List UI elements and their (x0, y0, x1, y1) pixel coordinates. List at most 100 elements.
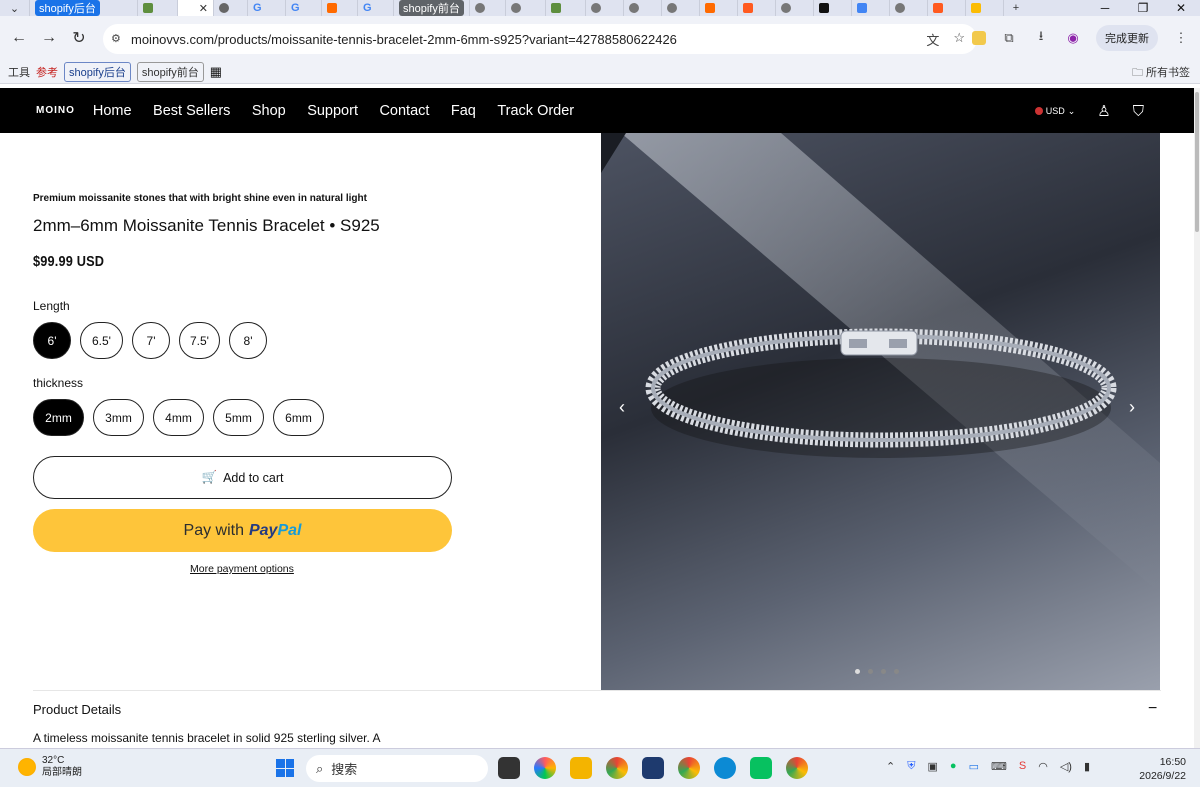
collapse-minus-icon[interactable]: − (1148, 700, 1157, 718)
bookmark-tools[interactable]: 工具 (8, 64, 30, 80)
nav-shop[interactable]: Shop (252, 103, 286, 119)
tray-app-icon[interactable]: ▣ (928, 760, 938, 773)
gallery-dot[interactable] (881, 669, 886, 674)
tab-dark[interactable] (814, 0, 852, 16)
weather-widget[interactable]: 32°C 局部晴朗 (18, 755, 82, 779)
gallery-dot[interactable] (855, 669, 860, 674)
scrollbar-thumb[interactable] (1195, 92, 1199, 232)
length-option[interactable]: 7.5' (179, 322, 220, 359)
gallery-dot[interactable] (868, 669, 873, 674)
chrome-icon[interactable] (606, 757, 628, 779)
wifi-icon[interactable]: ◠ (1038, 760, 1048, 773)
clock[interactable]: 16:50 2026/9/22 (1139, 755, 1186, 783)
wechat-tray-icon[interactable]: ● (950, 760, 957, 773)
tab-translate[interactable] (852, 0, 890, 16)
tab-alibaba[interactable] (322, 0, 358, 16)
add-to-cart-button[interactable]: 🛒 Add to cart (33, 456, 452, 499)
tab-orange[interactable] (738, 0, 776, 16)
cart-bag-icon[interactable]: ⛉ (1133, 103, 1144, 120)
extension-app-icon[interactable] (972, 31, 986, 45)
tab-shopify-storefront[interactable]: shopify前台 (394, 0, 470, 16)
input-method-icon[interactable]: ⌨ (991, 760, 1007, 773)
bookmark-star-icon[interactable]: ☆ (953, 30, 965, 49)
new-tab-button[interactable]: + (1004, 0, 1028, 16)
gallery-next-arrow-icon[interactable]: › (1129, 397, 1135, 418)
sogou-icon[interactable]: S (1019, 760, 1026, 773)
nav-track-order[interactable]: Track Order (497, 103, 574, 119)
chrome-active-icon[interactable] (678, 757, 700, 779)
all-bookmarks[interactable]: 🗀 所有书签 (1132, 64, 1190, 83)
forward-icon[interactable]: → (34, 29, 64, 47)
update-button[interactable]: 完成更新 (1096, 25, 1158, 51)
volume-icon[interactable]: ◁) (1060, 760, 1072, 773)
tab-current[interactable]: ✕ (178, 0, 214, 16)
bookmark-reference[interactable]: 参考 (36, 64, 58, 80)
product-details-heading[interactable]: Product Details (33, 702, 121, 717)
bookmark-shopify-admin[interactable]: shopify后台 (64, 61, 131, 82)
menu-dots-icon[interactable]: ⋮ (1172, 29, 1190, 47)
close-icon[interactable]: ✕ (199, 2, 208, 15)
site-info-icon[interactable]: ⚙ (111, 32, 121, 45)
tab-ads[interactable] (966, 0, 1004, 16)
profile-icon[interactable]: ◉ (1064, 29, 1082, 47)
tab-shopify-icon[interactable] (138, 0, 178, 16)
reload-icon[interactable]: ↻ (64, 28, 94, 48)
tab-globe-3[interactable] (586, 0, 624, 16)
nav-faq[interactable]: Faq (451, 103, 476, 119)
shield-icon[interactable]: ⛨ (907, 760, 915, 773)
thickness-option[interactable]: 4mm (153, 399, 204, 436)
site-logo[interactable]: MOINO (36, 105, 75, 116)
wechat-icon[interactable] (750, 757, 772, 779)
nav-home[interactable]: Home (93, 103, 132, 119)
length-option[interactable]: 6' (33, 322, 71, 359)
thickness-option[interactable]: 3mm (93, 399, 144, 436)
chrome-profile-icon[interactable] (786, 757, 808, 779)
page-scrollbar[interactable] (1194, 88, 1200, 748)
extensions-icon[interactable]: ⧉ (1000, 29, 1018, 47)
tab-google-1[interactable]: G (248, 0, 286, 16)
tray-app-icon[interactable]: ▭ (969, 760, 979, 773)
photos-icon[interactable] (534, 757, 556, 779)
tab-alibaba-2[interactable] (700, 0, 738, 16)
tab-search-dropdown[interactable]: ⌄ (0, 0, 30, 16)
app-icon[interactable] (642, 757, 664, 779)
nav-best-sellers[interactable]: Best Sellers (153, 103, 230, 119)
taskbar-search[interactable]: ⌕ 搜索 (306, 755, 488, 782)
gallery-dot[interactable] (894, 669, 899, 674)
address-bar[interactable]: ⚙ moinovvs.com/products/moissanite-tenni… (103, 24, 977, 54)
tab-google-3[interactable]: G (358, 0, 394, 16)
tab-shopify-admin[interactable]: shopify后台 (30, 0, 138, 16)
thickness-option[interactable]: 6mm (273, 399, 324, 436)
tab-shopify-2[interactable] (546, 0, 586, 16)
battery-icon[interactable]: ▮ (1084, 760, 1090, 773)
close-window-icon[interactable]: ✕ (1162, 1, 1200, 15)
paypal-button[interactable]: Pay with Pay Pal (33, 509, 452, 552)
length-option[interactable]: 8' (229, 322, 267, 359)
nav-contact[interactable]: Contact (379, 103, 429, 119)
back-icon[interactable]: ← (4, 29, 34, 47)
tab-globe-5[interactable] (662, 0, 700, 16)
download-icon[interactable]: ⭳ (1032, 28, 1050, 47)
gallery-prev-arrow-icon[interactable]: ‹ (619, 397, 625, 418)
tab-chatgpt[interactable] (214, 0, 248, 16)
tab-globe-7[interactable] (890, 0, 928, 16)
windows-start-icon[interactable] (276, 759, 294, 777)
account-icon[interactable]: ♙ (1097, 102, 1110, 120)
tab-google-2[interactable]: G (286, 0, 322, 16)
task-view-icon[interactable] (498, 757, 520, 779)
length-option[interactable]: 6.5' (80, 322, 123, 359)
translate-icon[interactable]: 文 (926, 30, 939, 49)
tab-globe-2[interactable] (506, 0, 546, 16)
restore-icon[interactable]: ❐ (1124, 1, 1162, 15)
thickness-option[interactable]: 5mm (213, 399, 264, 436)
currency-selector[interactable]: USD ⌄ (1034, 106, 1075, 117)
tab-orange-2[interactable] (928, 0, 966, 16)
edge-icon[interactable] (714, 757, 736, 779)
tab-globe-4[interactable] (624, 0, 662, 16)
chevron-up-icon[interactable]: ⌃ (886, 760, 895, 773)
tab-globe-1[interactable] (470, 0, 506, 16)
bookmark-shopify-storefront[interactable]: shopify前台 (136, 61, 204, 82)
minimize-icon[interactable]: ─ (1086, 1, 1124, 15)
nav-support[interactable]: Support (307, 103, 358, 119)
tab-globe-6[interactable] (776, 0, 814, 16)
